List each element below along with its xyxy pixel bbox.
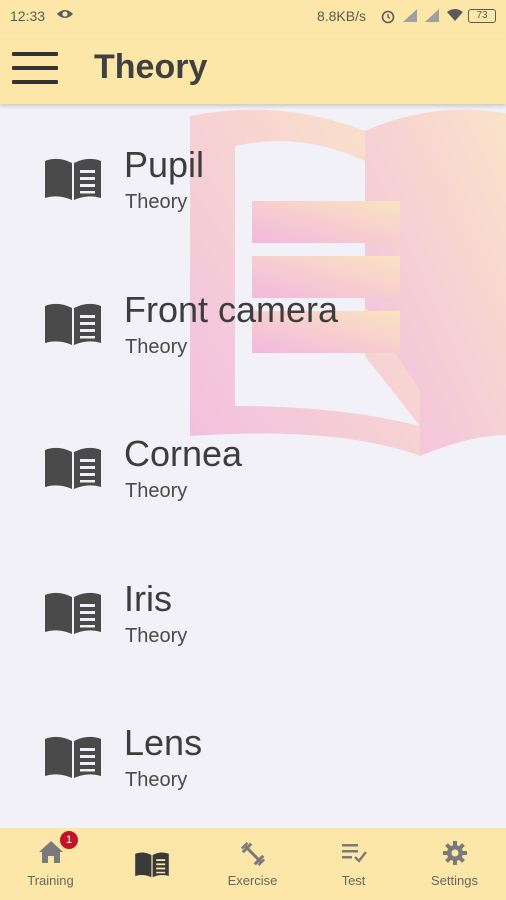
nav-theory[interactable] [101, 828, 202, 900]
theory-item-front-camera[interactable]: Front camera Theory [0, 249, 506, 394]
item-title: Front camera [124, 288, 339, 330]
nav-label: Exercise [227, 873, 278, 888]
item-subtitle: Theory [125, 624, 188, 647]
book-icon [45, 158, 101, 200]
item-subtitle: Theory [125, 480, 188, 502]
item-title: Cornea [124, 433, 243, 474]
theory-item-iris[interactable]: Iris Theory [0, 538, 506, 683]
alarm-icon [381, 10, 395, 24]
eye-icon [57, 10, 73, 18]
wifi-icon [447, 9, 463, 21]
nav-settings[interactable]: Settings [404, 828, 505, 900]
menu-line [12, 80, 58, 84]
item-subtitle: Theory [125, 191, 188, 213]
theory-list-area[interactable]: Pupil Theory Front camera Theory Cornea … [0, 104, 506, 828]
nav-label: Settings [431, 873, 478, 888]
home-icon [38, 841, 63, 863]
dumbbell-icon [240, 841, 265, 867]
book-icon [45, 303, 101, 345]
item-title: Lens [124, 722, 203, 763]
book-icon [45, 447, 101, 489]
theory-list: Pupil Theory Front camera Theory Cornea … [0, 104, 506, 827]
theory-item-pupil[interactable]: Pupil Theory [0, 104, 506, 249]
menu-line [12, 66, 58, 70]
nav-exercise[interactable]: Exercise [202, 828, 303, 900]
item-subtitle: Theory [125, 769, 188, 791]
app-screen: 12:33 8.8KB/s 73 Theory Pupil Theory Fro… [0, 0, 506, 900]
item-title: Iris [124, 577, 172, 619]
book-icon [134, 852, 169, 878]
nav-label: Test [341, 873, 366, 888]
notification-badge: 1 [60, 831, 78, 849]
signal-icon [403, 9, 417, 22]
signal-icon-2 [425, 9, 439, 22]
bottom-navigation: 1 Training Exercise Test Settings [0, 828, 506, 900]
network-speed: 8.8KB/s [316, 8, 366, 24]
theory-item-lens[interactable]: Lens Theory [0, 682, 506, 827]
app-toolbar: Theory [0, 34, 506, 104]
nav-training[interactable]: 1 Training [0, 828, 101, 900]
item-subtitle: Theory [125, 335, 188, 358]
theory-item-cornea[interactable]: Cornea Theory [0, 393, 506, 538]
status-time: 12:33 [10, 8, 46, 24]
book-icon [45, 592, 101, 634]
nav-test[interactable]: Test [303, 828, 404, 900]
menu-line [12, 52, 58, 56]
nav-label: Training [27, 873, 74, 888]
checklist-icon [341, 844, 367, 863]
hamburger-menu-button[interactable] [12, 50, 60, 88]
item-title: Pupil [124, 144, 205, 185]
status-bar: 12:33 8.8KB/s 73 [0, 0, 506, 34]
book-icon [45, 736, 101, 778]
page-title: Theory [94, 48, 208, 86]
gear-icon [442, 841, 467, 865]
battery-indicator: 73 [468, 9, 496, 23]
